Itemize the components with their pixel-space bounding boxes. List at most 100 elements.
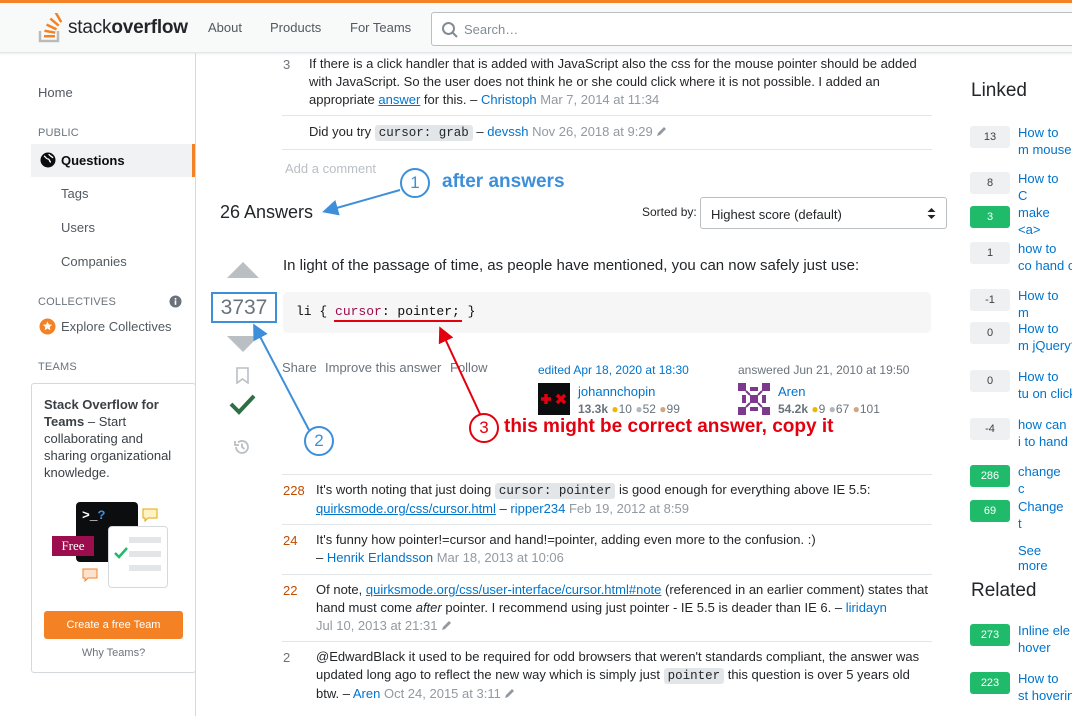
linked-question-link[interactable]: change c (1018, 463, 1072, 497)
linked-question-link[interactable]: How to m jQuery? (1018, 320, 1072, 354)
speech-bubble-orange-icon (82, 568, 98, 582)
nav-users[interactable]: Users (61, 220, 95, 235)
nav-questions[interactable]: Questions (61, 153, 125, 168)
linked-score: 0 (970, 370, 1010, 392)
nav-about[interactable]: About (208, 20, 242, 35)
stackoverflow-logo[interactable]: stackoverflow (38, 12, 188, 44)
comment-user[interactable]: Christoph (481, 92, 537, 107)
comment-date[interactable]: Jul 10, 2013 at 21:31 (316, 618, 437, 633)
teams-section-label: TEAMS (38, 361, 77, 373)
author-avatar[interactable] (738, 383, 770, 415)
see-more-link[interactable]: See more (1018, 543, 1072, 573)
sort-select[interactable]: Highest score (default) (700, 197, 947, 229)
comment-link[interactable]: answer (378, 92, 420, 107)
inline-code: pointer (663, 668, 725, 684)
linked-question-link[interactable]: make <a> (1018, 204, 1072, 238)
answers-count-heading: 26 Answers (220, 202, 314, 222)
linked-question-link[interactable]: how toco hand onm (1018, 240, 1072, 274)
collectives-star-icon (39, 318, 56, 335)
improve-answer-link[interactable]: Improve this answer (325, 360, 441, 375)
editor-avatar-icon (541, 393, 567, 405)
comment-user[interactable]: devssh (487, 124, 528, 139)
comment-user[interactable]: Aren (353, 686, 380, 701)
comment-score: 2 (283, 650, 291, 665)
free-badge: Free (52, 536, 94, 556)
pencil-icon[interactable] (656, 125, 668, 137)
nav-products[interactable]: Products (270, 20, 321, 35)
create-free-team-button[interactable]: Create a free Team (44, 611, 183, 639)
linked-score: 1 (970, 242, 1010, 264)
linked-question-link[interactable]: How to C (1018, 170, 1072, 204)
upvote-arrow-icon[interactable] (227, 262, 259, 278)
pencil-icon[interactable] (504, 687, 516, 699)
why-teams-link[interactable]: Why Teams? (32, 647, 195, 659)
top-bar: stackoverflow About Products For Teams S… (0, 0, 1072, 53)
author-reputation: 54.2k ●9 ●67 ●101 (778, 402, 880, 416)
nav-home[interactable]: Home (38, 85, 73, 100)
search-input[interactable]: Search… (431, 12, 1072, 46)
comment-divider (282, 149, 932, 150)
comment-divider (282, 115, 932, 116)
nav-companies[interactable]: Companies (61, 254, 127, 269)
annotation-badge-2: 2 (304, 426, 334, 456)
comment-date[interactable]: Mar 7, 2014 at 11:34 (540, 92, 659, 107)
linked-score: 0 (970, 322, 1010, 344)
follow-link[interactable]: Follow (450, 360, 488, 375)
annotation-text-1: after answers (442, 171, 565, 192)
related-question-link[interactable]: How tost hovering (1018, 670, 1072, 704)
editor-reputation: 13.3k ●10 ●52 ●99 (578, 402, 680, 416)
add-comment-link[interactable]: Add a comment (285, 161, 376, 176)
linked-question-link[interactable]: How totu on clickab (1018, 368, 1072, 402)
code-red-underline (334, 320, 462, 322)
annotation-text-3: this might be correct answer, copy it (504, 416, 834, 437)
related-score: 273 (970, 624, 1010, 646)
comment-body: Of note, quirksmode.org/css/user-interfa… (316, 582, 929, 633)
pencil-icon[interactable] (441, 619, 453, 631)
comment-date[interactable]: Feb 19, 2012 at 8:59 (569, 501, 689, 516)
linked-score: 13 (970, 126, 1010, 148)
share-link[interactable]: Share (282, 360, 317, 375)
comment-user[interactable]: liridayn (846, 600, 887, 615)
comment-link[interactable]: quirksmode.org/css/cursor.html (316, 501, 496, 516)
linked-score: 3 (970, 206, 1010, 228)
downvote-arrow-icon[interactable] (227, 336, 259, 352)
editor-name[interactable]: johannchopin (578, 384, 655, 399)
answered-timestamp: answered Jun 21, 2010 at 19:50 (738, 363, 910, 377)
comment-divider (282, 474, 932, 475)
sorted-by-label: Sorted by: (642, 205, 697, 219)
annotation-badge-3: 3 (469, 413, 499, 443)
comment-date[interactable]: Oct 24, 2015 at 3:11 (384, 686, 501, 701)
comment-link[interactable]: quirksmode.org/css/user-interface/cursor… (366, 582, 662, 597)
checklist-card (108, 526, 168, 588)
comment-score: 228 (283, 483, 305, 498)
linked-question-link[interactable]: How tom mouse w (1018, 124, 1072, 158)
comment-user[interactable]: Henrik Erlandsson (327, 550, 433, 565)
speech-bubble-icon (142, 508, 158, 522)
linked-question-link[interactable]: how cani to hand in (1018, 416, 1072, 450)
nav-for-teams[interactable]: For Teams (350, 20, 411, 35)
stack-logo-icon (38, 13, 63, 43)
info-icon[interactable] (169, 295, 182, 308)
linked-question-link[interactable]: How to m (1018, 287, 1072, 321)
code-line: li { cursor: pointer; } (296, 304, 476, 319)
edited-timestamp[interactable]: edited Apr 18, 2020 at 18:30 (538, 363, 689, 377)
related-question-link[interactable]: Inline ele hover (1018, 622, 1072, 656)
comment-score: 22 (283, 583, 298, 598)
author-name[interactable]: Aren (778, 384, 805, 399)
editor-avatar[interactable] (538, 383, 570, 415)
nav-tags[interactable]: Tags (61, 186, 88, 201)
linked-question-link[interactable]: Change t (1018, 498, 1072, 532)
comment-user[interactable]: ripper234 (510, 501, 565, 516)
comment-body: Did you try cursor: grab – devssh Nov 26… (309, 123, 921, 142)
linked-score: -1 (970, 289, 1010, 311)
comment-date[interactable]: Nov 26, 2018 at 9:29 (532, 124, 653, 139)
select-arrows-icon (927, 208, 936, 219)
related-score: 223 (970, 672, 1010, 694)
history-icon[interactable] (233, 438, 251, 456)
accepted-check-icon (229, 394, 256, 415)
related-heading: Related (971, 580, 1037, 601)
nav-explore-collectives[interactable]: Explore Collectives (61, 319, 172, 334)
comment-body: @EdwardBlack it used to be required for … (316, 649, 920, 701)
comment-date[interactable]: Mar 18, 2013 at 10:06 (437, 550, 564, 565)
bookmark-icon[interactable] (236, 367, 249, 384)
